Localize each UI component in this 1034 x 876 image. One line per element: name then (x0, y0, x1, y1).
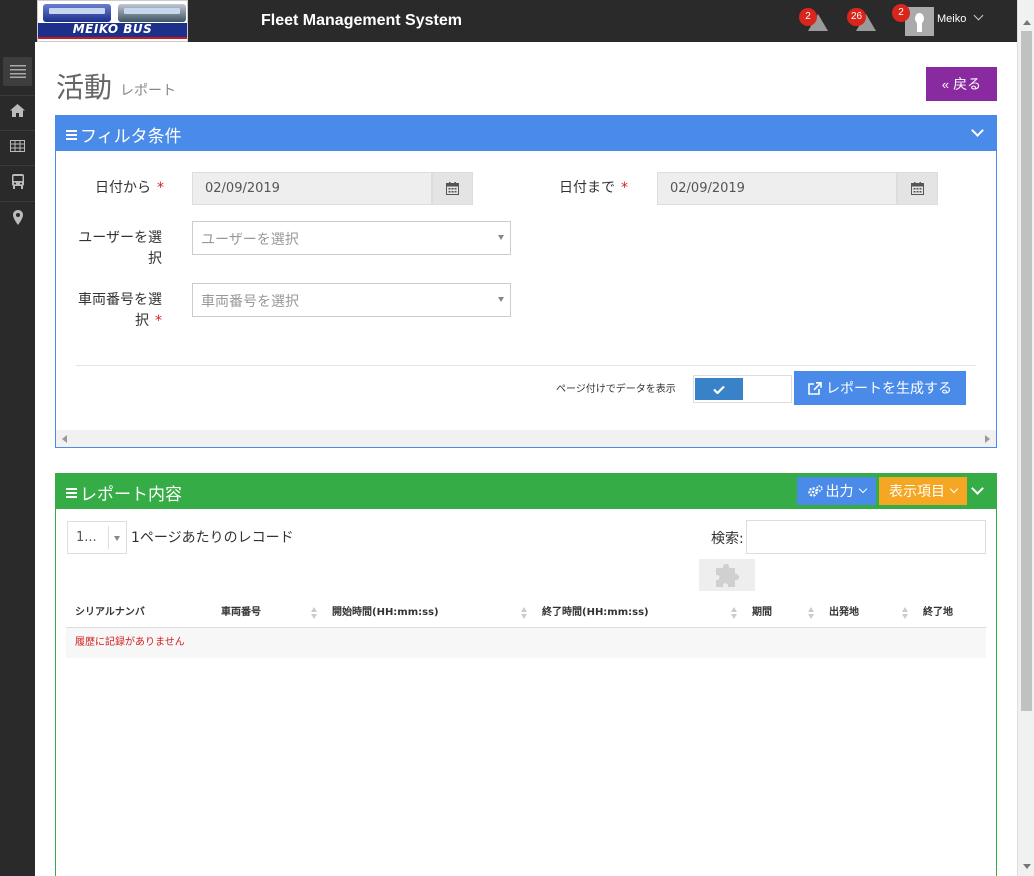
paging-label: ページ付けでデータを表示 (556, 384, 676, 395)
puzzle-piece-icon (716, 563, 740, 587)
scrollbar-thumb[interactable] (1021, 31, 1032, 711)
date-to-input[interactable]: 02/09/2019 (657, 172, 897, 205)
sort-icon[interactable] (808, 607, 815, 619)
check-icon (713, 385, 725, 394)
page-length-select[interactable]: 1... (67, 521, 127, 554)
map-marker-icon (12, 210, 23, 225)
report-panel-title: レポート内容 (80, 485, 182, 505)
scroll-down-icon[interactable] (1023, 864, 1031, 869)
table-icon (10, 139, 25, 152)
caret-down-icon (498, 297, 504, 302)
gears-icon (807, 485, 823, 497)
sidebar-item-vehicles[interactable] (3, 167, 32, 196)
back-button[interactable]: « 戻る (926, 67, 997, 101)
sort-icon[interactable] (731, 607, 738, 619)
vehicle-select[interactable]: 車両番号を選択 (192, 283, 511, 317)
chevron-down-icon[interactable] (971, 482, 984, 495)
logo-bus-graphic (43, 4, 111, 22)
date-to-label: 日付まで * (559, 180, 628, 196)
divider (76, 365, 976, 366)
filter-panel: フィルタ条件 日付から * 02/09/2019 日付まで * 02/09/2019… (55, 115, 997, 448)
search-label: 検索: (711, 531, 744, 547)
report-panel-header[interactable]: レポート内容 出力 表示項目 (56, 474, 996, 509)
date-to-calendar-button[interactable] (897, 172, 938, 205)
company-logo[interactable]: MEIKO BUS (37, 0, 188, 42)
report-panel: レポート内容 出力 表示項目 1... 1ページあたりのレコード 検索: シリア… (55, 473, 997, 876)
caret-down-icon (114, 536, 120, 541)
paging-toggle[interactable] (693, 375, 792, 403)
chevron-down-icon[interactable] (973, 10, 984, 21)
calendar-icon (911, 182, 924, 195)
generate-report-button[interactable]: レポートを生成する (794, 371, 966, 405)
app-title: Fleet Management System (261, 12, 462, 29)
sidebar-item-reports[interactable] (3, 131, 32, 160)
alert-badge: 26 (847, 8, 867, 26)
sort-icon[interactable] (521, 607, 528, 619)
search-input[interactable] (746, 520, 986, 554)
bus-icon (11, 174, 24, 189)
page-title: 活動 (56, 71, 113, 104)
column-header-vehicle[interactable]: 車両番号 (221, 598, 261, 628)
calendar-icon (446, 182, 459, 195)
scroll-right-icon[interactable] (985, 435, 990, 443)
filter-panel-header[interactable]: フィルタ条件 (56, 116, 996, 151)
date-from-label: 日付から * (95, 180, 164, 196)
horizontal-scrollbar[interactable] (56, 430, 996, 447)
sort-icon[interactable] (902, 607, 909, 619)
top-navbar: MEIKO BUS Fleet Management System 2 26 2… (0, 0, 1034, 42)
scroll-up-icon[interactable] (1023, 20, 1031, 25)
column-header-departure[interactable]: 出発地 (829, 598, 859, 628)
logo-bus-graphic (118, 4, 186, 22)
chevron-down-icon (949, 484, 959, 494)
external-link-icon (808, 381, 822, 395)
column-header-start-time[interactable]: 開始時間(HH:mm:ss) (332, 598, 439, 628)
scroll-left-icon[interactable] (62, 435, 67, 443)
sidebar (0, 42, 35, 876)
column-header-duration[interactable]: 期間 (752, 598, 772, 628)
report-table: シリアルナンバ 車両番号 開始時間(HH:mm:ss) 終了時間(HH:mm:s… (66, 598, 986, 658)
user-name[interactable]: Meiko (937, 13, 966, 25)
user-select[interactable]: ユーザーを選択 (192, 221, 511, 255)
alert-notification-2[interactable]: 26 (847, 8, 878, 31)
page-length-label: 1ページあたりのレコード (131, 530, 294, 546)
vehicle-select-label: 車両番号を選択 * (78, 292, 162, 329)
export-button[interactable]: 出力 (797, 477, 876, 505)
table-header: シリアルナンバ 車両番号 開始時間(HH:mm:ss) 終了時間(HH:mm:s… (66, 598, 986, 628)
column-header-end-time[interactable]: 終了時間(HH:mm:ss) (542, 598, 649, 628)
page-scrollbar[interactable] (1017, 0, 1034, 876)
filter-panel-title: フィルタ条件 (80, 127, 182, 147)
processing-indicator (699, 559, 755, 591)
caret-down-icon (498, 235, 504, 240)
sidebar-item-locations[interactable] (3, 203, 32, 232)
chevron-down-icon[interactable] (971, 124, 984, 137)
alert-badge: 2 (799, 8, 817, 26)
double-chevron-left-icon: « (941, 76, 950, 92)
sort-icon[interactable] (311, 607, 318, 619)
column-header-serial[interactable]: シリアルナンバ (75, 598, 145, 628)
empty-table-message: 履歴に記録がありません (66, 628, 986, 658)
chevron-down-icon (858, 484, 867, 494)
column-visibility-button[interactable]: 表示項目 (879, 477, 967, 505)
user-select-label: ユーザーを選択 (78, 230, 162, 267)
sidebar-item-home[interactable] (3, 96, 32, 125)
alert-notification-1[interactable]: 2 (799, 8, 830, 31)
list-icon (66, 487, 77, 498)
page-subtitle: レポート (120, 83, 176, 99)
menu-icon (9, 65, 26, 78)
date-from-input[interactable]: 02/09/2019 (192, 172, 432, 205)
home-icon (10, 104, 25, 117)
logo-text: MEIKO BUS (72, 22, 153, 36)
user-badge: 2 (892, 4, 910, 22)
column-header-destination[interactable]: 終了地 (923, 598, 953, 628)
date-from-calendar-button[interactable] (432, 172, 473, 205)
list-icon (66, 129, 77, 140)
sidebar-toggle-button[interactable] (3, 57, 32, 86)
